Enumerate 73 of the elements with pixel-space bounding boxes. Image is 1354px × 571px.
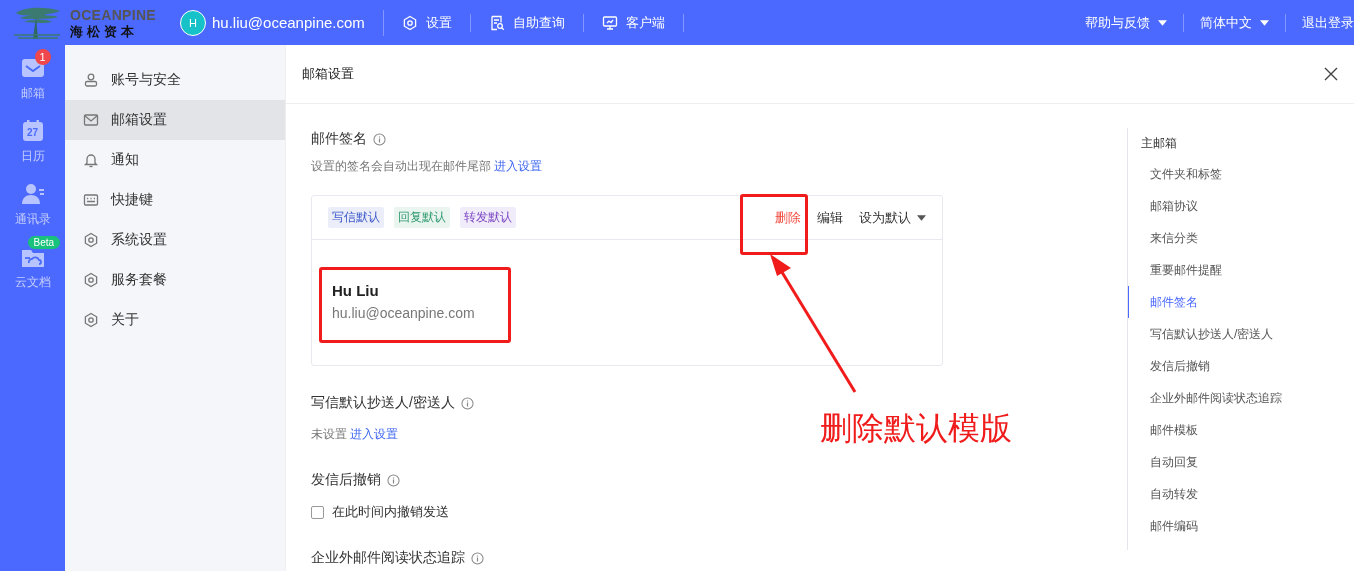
anchor-nav-item[interactable]: 邮箱协议 [1128, 190, 1354, 222]
settings-nav-item[interactable]: 关于 [65, 300, 285, 340]
signature-action[interactable]: 编辑 [817, 208, 843, 227]
section-title: 发信后撤销 [311, 471, 381, 489]
default-tag: 转发默认 [460, 207, 516, 228]
topbar-menu[interactable]: 帮助与反馈 [1069, 13, 1184, 32]
topbar-link[interactable]: 客户端 [583, 13, 684, 32]
section-title: 企业外邮件阅读状态追踪 [311, 549, 465, 567]
info-icon[interactable] [471, 551, 484, 565]
calendar-day: 27 [19, 127, 46, 138]
logout-link[interactable]: 退出登录 [1286, 13, 1354, 32]
monitor-icon [601, 14, 618, 31]
logo-subtitle: 海松资本 [70, 24, 139, 38]
caret-icon [917, 214, 926, 221]
beta-tag: Beta [27, 236, 61, 249]
topbar-link[interactable]: 设置 [383, 13, 471, 32]
info-icon[interactable] [373, 132, 386, 146]
section-title: 邮件签名 [311, 130, 367, 148]
anchor-nav-item[interactable]: 自动回复 [1128, 446, 1354, 478]
settings-nav-item[interactable]: 账号与安全 [65, 60, 285, 100]
anchor-nav-item[interactable]: 邮件签名 [1128, 286, 1354, 318]
keyboard-icon [83, 192, 99, 208]
envelope-icon [83, 112, 99, 128]
settings-nav-item[interactable]: 邮箱设置 [65, 100, 285, 140]
info-icon[interactable] [460, 396, 474, 410]
section-description: 设置的签名会自动出现在邮件尾部 [311, 159, 491, 173]
anchor-nav-item[interactable]: 写信默认抄送人/密送人 [1128, 318, 1354, 350]
anchor-nav-item[interactable]: 企业外邮件阅读状态追踪 [1128, 382, 1354, 414]
info-icon[interactable] [387, 473, 400, 487]
setting-value: 未设置 [311, 427, 347, 441]
anchor-nav-item[interactable]: 邮件编码 [1128, 510, 1354, 542]
default-tag: 写信默认 [328, 207, 384, 228]
account-email[interactable]: hu.liu@oceanpine.com [212, 14, 365, 31]
annotation-text: 删除默认模版 [820, 409, 1012, 448]
close-icon[interactable] [1324, 67, 1338, 81]
caret-icon [1260, 19, 1269, 26]
anchor-nav-item[interactable]: 发信后撤销 [1128, 350, 1354, 382]
person-icon [83, 72, 99, 88]
checkbox[interactable] [311, 505, 324, 519]
anchor-nav-item[interactable]: 重要邮件提醒 [1128, 254, 1354, 286]
anchor-nav-header: 主邮箱 [1140, 134, 1178, 152]
signature-name: Hu Liu [332, 282, 380, 299]
person-icon [19, 181, 46, 207]
signature-action[interactable]: 删除 [775, 208, 801, 227]
hexagon-icon [83, 272, 99, 288]
bell-icon [83, 152, 99, 168]
default-tag: 回复默认 [394, 207, 450, 228]
highlight-frame [740, 194, 808, 255]
settings-icon [401, 14, 418, 31]
signature-email: hu.liu@oceanpine.com [332, 305, 476, 321]
unread-badge: 1 [34, 49, 51, 65]
topbar-link[interactable]: 自助查询 [470, 13, 584, 32]
settings-link[interactable]: 进入设置 [494, 159, 543, 173]
hexagon-icon [83, 312, 99, 328]
topbar-menu[interactable]: 简体中文 [1184, 13, 1286, 32]
settings-nav-item[interactable]: 系统设置 [65, 220, 285, 260]
logo-title: OCEANPINE [70, 7, 156, 22]
hexagon-icon [83, 232, 99, 248]
document-search-icon [488, 14, 505, 31]
section-title: 写信默认抄送人/密送人 [311, 394, 455, 412]
anchor-nav-item[interactable]: 来信分类 [1128, 222, 1354, 254]
settings-link[interactable]: 进入设置 [350, 427, 399, 441]
anchor-nav-item[interactable]: 文件夹和标签 [1128, 158, 1354, 190]
checkbox-label[interactable]: 在此时间内撤销发送 [332, 503, 449, 521]
anchor-nav-item[interactable]: 自动转发 [1128, 478, 1354, 510]
settings-nav-item[interactable]: 通知 [65, 140, 285, 180]
anchor-nav-item[interactable]: 邮件模板 [1128, 414, 1354, 446]
settings-nav-item[interactable]: 服务套餐 [65, 260, 285, 300]
panel-title: 邮箱设置 [302, 65, 354, 83]
caret-icon [1158, 19, 1167, 26]
rail-item[interactable]: 1 邮箱 [1, 47, 64, 108]
signature-action[interactable]: 设为默认 [859, 208, 926, 227]
settings-nav-item[interactable]: 快捷键 [65, 180, 285, 220]
